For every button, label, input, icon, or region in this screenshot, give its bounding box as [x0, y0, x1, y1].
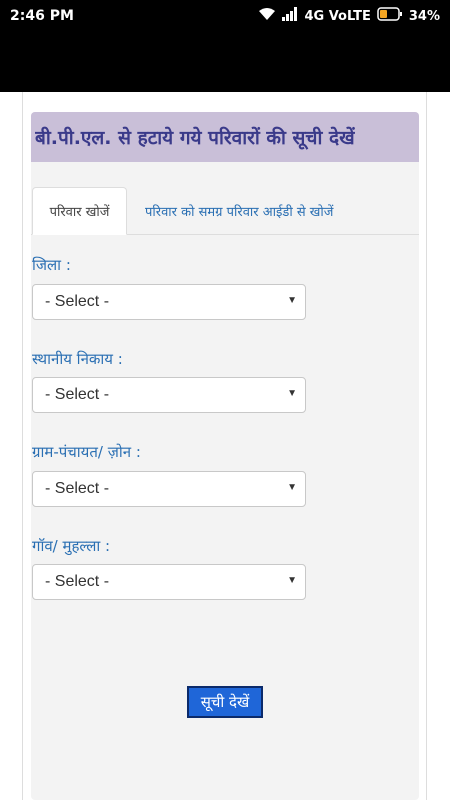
tab-bar: परिवार खोजें परिवार को समग्र परिवार आईडी… [31, 187, 419, 235]
local-body-select[interactable]: - Select - ▼ [32, 377, 306, 413]
network-label: 4G VoLTE [304, 8, 371, 24]
district-select-value: - Select - [45, 293, 110, 310]
local-body-label: स्थानीय निकाय : [32, 350, 123, 368]
chevron-down-icon: ▼ [287, 575, 297, 586]
app-bar [0, 32, 450, 92]
battery-percent: 34% [408, 8, 440, 24]
village-label: गॉव/ मुहल्ला : [32, 537, 111, 555]
status-icons: 4G VoLTE 34% [258, 7, 440, 25]
status-bar: 2:46 PM 4G VoLTE 34% [0, 0, 450, 32]
status-time: 2:46 PM [10, 8, 74, 24]
district-select[interactable]: - Select - ▼ [32, 284, 306, 320]
panchayat-zone-label: ग्राम-पंचायत/ ज़ोन : [32, 443, 141, 461]
page: बी.पी.एल. से हटाये गये परिवारों की सूची … [0, 92, 450, 800]
panel-title: बी.पी.एल. से हटाये गये परिवारों की सूची … [35, 127, 355, 149]
signal-icon [282, 7, 298, 25]
village-select-value: - Select - [45, 573, 110, 590]
battery-icon [377, 7, 403, 25]
local-body-select-value: - Select - [45, 386, 110, 403]
panchayat-zone-select-value: - Select - [45, 480, 110, 497]
chevron-down-icon: ▼ [287, 482, 297, 493]
district-label: जिला : [32, 256, 71, 274]
tab-search-family-label: परिवार खोजें [49, 205, 110, 220]
chevron-down-icon: ▼ [287, 295, 297, 306]
tab-search-family[interactable]: परिवार खोजें [32, 187, 127, 235]
tab-search-by-family-id-label: परिवार को समग्र परिवार आईडी से खोजें [145, 205, 334, 220]
page-divider-left [22, 92, 23, 800]
village-select[interactable]: - Select - ▼ [32, 564, 306, 600]
panel-header: बी.पी.एल. से हटाये गये परिवारों की सूची … [31, 112, 419, 162]
wifi-icon [258, 7, 276, 25]
page-divider-right [426, 92, 427, 800]
panchayat-zone-select[interactable]: - Select - ▼ [32, 471, 306, 507]
chevron-down-icon: ▼ [287, 388, 297, 399]
tab-search-by-family-id[interactable]: परिवार को समग्र परिवार आईडी से खोजें [145, 187, 333, 235]
view-list-button[interactable]: सूची देखें [187, 686, 263, 718]
search-panel: बी.पी.एल. से हटाये गये परिवारों की सूची … [31, 112, 419, 800]
